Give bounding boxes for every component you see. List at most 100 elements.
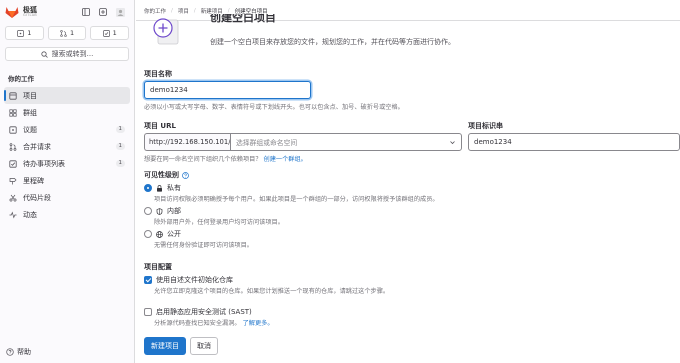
main-content: 你的工作 / 项目 / 新建项目 / 创建空白项目 创建空白项目 创建一个空白项… xyxy=(136,0,680,363)
help-button[interactable]: 帮助 xyxy=(6,347,31,357)
sidebar-toggle-icon[interactable] xyxy=(82,8,90,16)
project-slug-value: demo1234 xyxy=(474,138,512,146)
url-prefix: http://192.168.150.101/ xyxy=(144,133,230,151)
visibility-public-label: 公开 xyxy=(167,230,181,238)
group-hint: 想要在同一命名空间下组织几个依赖项目？ 创建一个群组。 xyxy=(144,154,307,163)
avatar[interactable] xyxy=(116,7,125,17)
sidebar-item-label: 里程碑 xyxy=(23,176,44,185)
merge-request-icon xyxy=(60,29,67,37)
readme-label: 使用自述文件初始化仓库 xyxy=(156,276,233,284)
lock-icon xyxy=(156,184,163,192)
issues-icon xyxy=(9,125,17,134)
sidebar-item-label: 合并请求 xyxy=(23,142,51,151)
sidebar-item-label: 待办事项列表 xyxy=(23,159,65,168)
milestone-icon xyxy=(9,177,17,185)
namespace-select[interactable]: 选择群组或命名空间 xyxy=(230,133,462,151)
visibility-public-radio[interactable] xyxy=(144,230,152,238)
readme-option[interactable]: 使用自述文件初始化仓库 xyxy=(144,275,233,285)
create-project-button[interactable]: 新建项目 xyxy=(144,337,186,355)
sast-desc: 分析源代码查找已知安全漏洞。 了解更多。 xyxy=(154,318,274,327)
readme-checkbox[interactable] xyxy=(144,276,152,284)
project-url-group: http://192.168.150.101/ 选择群组或命名空间 xyxy=(144,133,462,151)
visibility-label: 可见性级别 xyxy=(144,170,189,180)
sidebar-header: 极狐 GITLAB xyxy=(0,0,134,24)
group-icon xyxy=(9,108,17,117)
sidebar-item-todos[interactable]: 待办事项列表 1 xyxy=(4,155,130,172)
plus-icon[interactable] xyxy=(99,8,107,16)
issues-icon xyxy=(17,29,25,37)
sast-desc-text: 分析源代码查找已知安全漏洞。 xyxy=(154,320,241,327)
search-icon xyxy=(41,50,48,58)
visibility-public-option[interactable]: 公开 xyxy=(144,229,181,239)
project-icon xyxy=(9,91,17,100)
learn-more-link[interactable]: 了解更多。 xyxy=(243,320,274,327)
project-slug-label: 项目标识串 xyxy=(468,122,503,130)
visibility-internal-desc: 除外部用户外，任何登录用户均可访问该项目。 xyxy=(154,219,284,226)
sidebar-item-projects[interactable]: 项目 xyxy=(4,87,130,104)
sidebar-section-title: 你的工作 xyxy=(8,75,34,83)
visibility-internal-option[interactable]: 内部 xyxy=(144,206,181,216)
sast-label: 启用静态应用安全测试 (SAST) xyxy=(156,308,252,316)
question-icon[interactable] xyxy=(182,171,189,179)
brand-subtitle: GITLAB xyxy=(23,12,37,17)
search-label: 搜索或转到... xyxy=(51,50,94,58)
visibility-internal-radio[interactable] xyxy=(144,207,152,215)
sidebar-item-label: 项目 xyxy=(23,91,37,100)
project-name-value: demo1234 xyxy=(150,86,188,94)
project-name-input[interactable]: demo1234 xyxy=(144,81,311,99)
merge-request-icon xyxy=(9,142,17,151)
cancel-button[interactable]: 取消 xyxy=(190,337,218,355)
gitlab-logo[interactable] xyxy=(5,6,19,18)
project-name-label: 项目名称 xyxy=(144,70,172,78)
sidebar: 极狐 GITLAB 1 1 1 搜索或转到... 你的工作 项目 群组 议题 1… xyxy=(0,0,135,363)
shield-icon xyxy=(156,207,163,215)
globe-icon xyxy=(156,230,163,238)
page-description: 创建一个空白项目来存放您的文件，规划您的工作，并在代码等方面进行协作。 xyxy=(210,38,455,46)
issues-count: 1 xyxy=(27,29,32,37)
todo-counter[interactable]: 1 xyxy=(90,26,130,40)
sidebar-item-milestones[interactable]: 里程碑 xyxy=(4,172,130,189)
sidebar-item-merge-requests[interactable]: 合并请求 1 xyxy=(4,138,130,155)
help-icon xyxy=(6,348,14,356)
visibility-private-radio[interactable] xyxy=(144,184,152,192)
sidebar-counters: 1 1 1 xyxy=(0,24,134,42)
sidebar-item-issues[interactable]: 议题 1 xyxy=(4,121,130,138)
sast-checkbox[interactable] xyxy=(144,308,152,316)
sidebar-item-label: 群组 xyxy=(23,108,37,117)
merge-request-counter[interactable]: 1 xyxy=(47,26,87,40)
activity-icon xyxy=(9,210,17,219)
search-button[interactable]: 搜索或转到... xyxy=(5,47,129,61)
chevron-down-icon xyxy=(449,139,456,146)
brand: 极狐 GITLAB xyxy=(23,6,37,18)
todo-count: 1 xyxy=(112,29,117,37)
sidebar-item-label: 动态 xyxy=(23,210,37,219)
project-slug-input[interactable]: demo1234 xyxy=(468,133,680,151)
visibility-private-option[interactable]: 私有 xyxy=(144,183,181,193)
sast-option[interactable]: 启用静态应用安全测试 (SAST) xyxy=(144,307,252,317)
snippet-icon xyxy=(9,194,17,202)
visibility-private-desc: 项目访问权限必须明确授予每个用户。如果此项目是一个群组的一部分，访问权限将授予该… xyxy=(154,196,439,203)
page-title: 创建空白项目 xyxy=(210,14,276,24)
namespace-placeholder: 选择群组或命名空间 xyxy=(236,139,298,147)
project-config-label: 项目配置 xyxy=(144,263,172,271)
todo-icon xyxy=(9,159,17,168)
sidebar-item-activity[interactable]: 动态 xyxy=(4,206,130,223)
help-label: 帮助 xyxy=(17,348,31,356)
issues-badge: 1 xyxy=(115,126,125,133)
sidebar-nav: 项目 群组 议题 1 合并请求 1 待办事项列表 1 里程碑 代码片段 动态 xyxy=(0,87,134,223)
project-name-help: 必须以小写或大写字母、数字、表情符号或下划线开头。也可以包含点、加号、破折号或空… xyxy=(144,104,404,111)
breadcrumb-separator: / xyxy=(193,8,196,14)
readme-desc: 允许您立即克隆这个项目的仓库。如果您计划推送一个现有的仓库，请跳过这个步骤。 xyxy=(154,288,390,295)
merge-requests-badge: 1 xyxy=(115,143,125,150)
visibility-private-label: 私有 xyxy=(167,184,181,192)
create-group-link[interactable]: 创建一个群组。 xyxy=(264,156,307,163)
visibility-public-desc: 无需任何身份验证即可访问该项目。 xyxy=(154,242,253,249)
merge-request-count: 1 xyxy=(69,29,75,37)
issues-counter[interactable]: 1 xyxy=(5,26,44,40)
visibility-internal-label: 内部 xyxy=(167,207,181,215)
sidebar-item-snippets[interactable]: 代码片段 xyxy=(4,189,130,206)
visibility-label-text: 可见性级别 xyxy=(144,171,179,179)
todos-badge: 1 xyxy=(115,160,125,167)
sidebar-item-groups[interactable]: 群组 xyxy=(4,104,130,121)
project-url-label: 项目 URL xyxy=(144,122,176,130)
